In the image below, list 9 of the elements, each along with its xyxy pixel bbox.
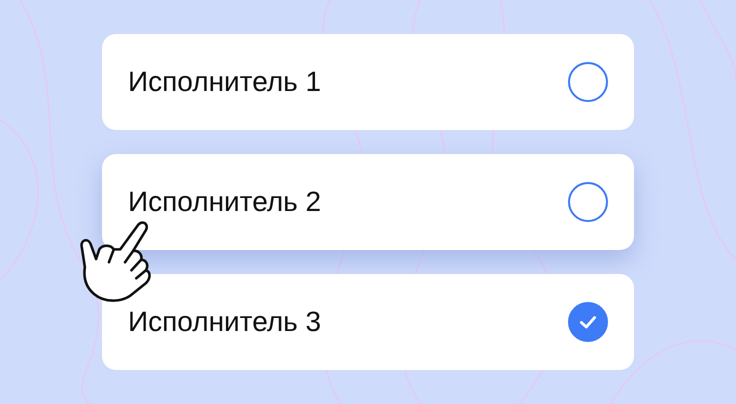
radio-button[interactable] [568, 182, 608, 222]
radio-button[interactable] [568, 302, 608, 342]
option-card[interactable]: Исполнитель 1 [102, 34, 634, 130]
option-label: Исполнитель 3 [128, 306, 322, 338]
option-label: Исполнитель 2 [128, 186, 322, 218]
option-card[interactable]: Исполнитель 3 [102, 274, 634, 370]
option-card[interactable]: Исполнитель 2 [102, 154, 634, 250]
radio-button[interactable] [568, 62, 608, 102]
option-label: Исполнитель 1 [128, 66, 322, 98]
